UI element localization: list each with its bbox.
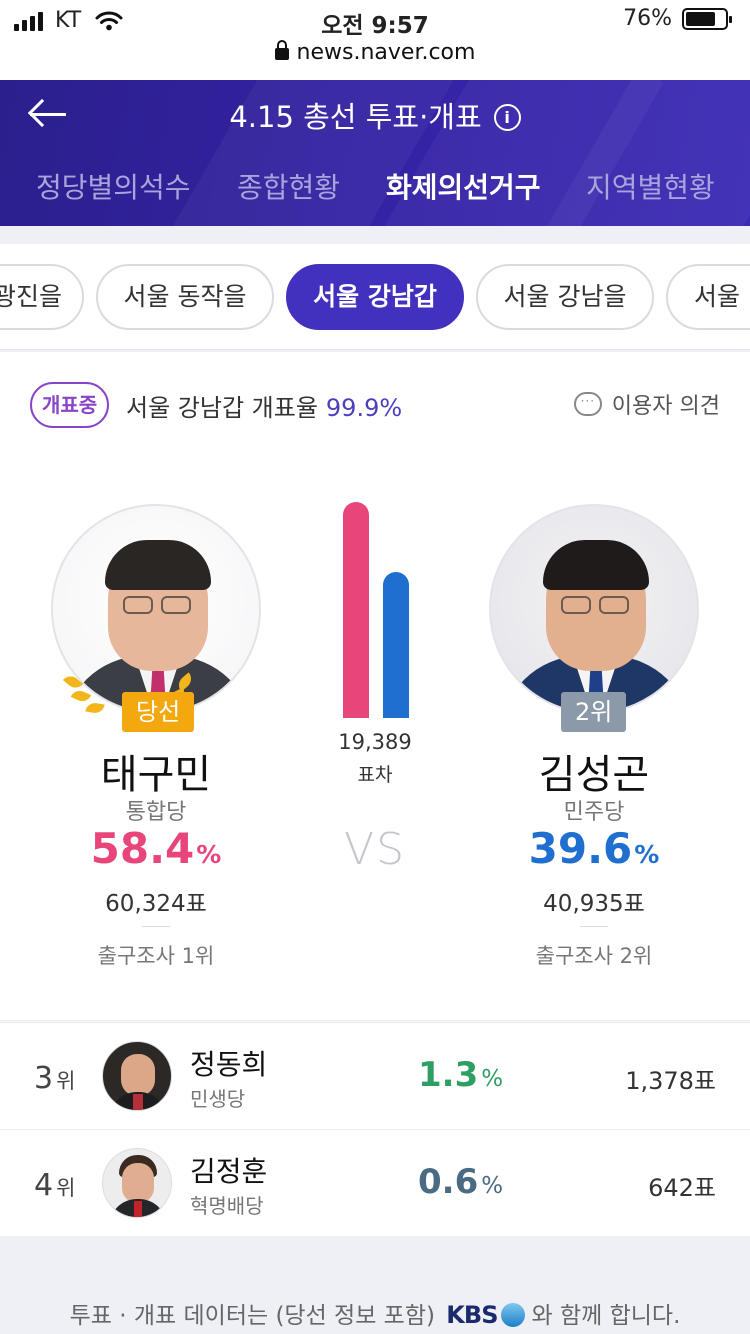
vote-comparison-bars bbox=[330, 492, 420, 718]
other-candidates-list: 3위 정동희 민생당 1.3% 1,378표 4위 김정훈 혁명배당 0.6% … bbox=[0, 1022, 750, 1236]
rank-number: 4위 bbox=[34, 1168, 76, 1203]
vote-margin-label: 표차 bbox=[357, 764, 393, 786]
candidate-party: 민생당 bbox=[190, 1087, 246, 1111]
exit-poll-rank: 출구조사 1위 bbox=[97, 944, 215, 968]
runner-up-vote-bar bbox=[383, 571, 409, 718]
vote-percent: 58.4% bbox=[90, 824, 222, 873]
versus-label: VS bbox=[343, 824, 407, 875]
rank-tag: 2위 bbox=[561, 692, 627, 732]
vote-margin: 19,389 bbox=[338, 730, 412, 754]
url-bar[interactable]: news.naver.com bbox=[0, 40, 750, 65]
status-right: 76% bbox=[623, 6, 732, 31]
lock-icon bbox=[274, 40, 289, 60]
candidate-party: 민주당 bbox=[563, 800, 625, 825]
district-chip-selected[interactable]: 서울 강남갑 bbox=[286, 264, 464, 330]
tab-party-seats[interactable]: 정당별의석수 bbox=[36, 166, 191, 206]
winner-vote-bar bbox=[343, 502, 369, 718]
tab-hot-districts[interactable]: 화제의선거구 bbox=[386, 166, 541, 206]
election-header: 4.15 총선 투표·개표 i 정당별의석수 종합현황 화제의선거구 지역별현황 bbox=[0, 80, 750, 226]
count-rate: 99.9% bbox=[325, 394, 403, 422]
vote-count: 40,935표 bbox=[543, 891, 645, 917]
candidate-avatar bbox=[102, 1148, 172, 1218]
status-bar: KT 오전 9:57 76% news.naver.com bbox=[0, 0, 750, 80]
kbs-globe-icon bbox=[501, 1303, 526, 1327]
divider bbox=[142, 926, 170, 927]
divider bbox=[580, 926, 608, 927]
candidate-party: 혁명배당 bbox=[190, 1194, 264, 1218]
candidate-name: 정동희 bbox=[190, 1048, 268, 1081]
vote-count: 642표 bbox=[648, 1174, 716, 1202]
vote-percent: 39.6% bbox=[528, 824, 660, 873]
user-opinion-link[interactable]: ··· 이용자 의견 bbox=[573, 388, 720, 420]
tab-overall-status[interactable]: 종합현황 bbox=[237, 166, 340, 206]
url-text: news.naver.com bbox=[296, 40, 476, 65]
candidate-name: 태구민 bbox=[100, 752, 212, 798]
vote-percent: 0.6% bbox=[418, 1162, 504, 1202]
vote-count: 60,324표 bbox=[105, 891, 207, 917]
candidate-avatar bbox=[102, 1041, 172, 1111]
count-rate-line: 서울 강남갑 개표율 99.9% bbox=[126, 394, 403, 422]
candidate-row[interactable]: 4위 김정훈 혁명배당 0.6% 642표 bbox=[0, 1129, 750, 1236]
district-chip[interactable]: 서울 강남을 bbox=[476, 264, 654, 330]
counting-status-badge: 개표중 bbox=[30, 382, 110, 428]
info-icon[interactable]: i bbox=[493, 104, 521, 131]
candidate-name: 김정훈 bbox=[190, 1155, 268, 1188]
page-title: 4.15 총선 투표·개표 i bbox=[0, 94, 750, 136]
data-source-footer: 투표 · 개표 데이터는 (당선 정보 포함) KBS 와 함께 합니다. bbox=[69, 1301, 681, 1329]
battery-percent: 76% bbox=[623, 6, 672, 31]
candidate-row[interactable]: 3위 정동희 민생당 1.3% 1,378표 bbox=[0, 1022, 750, 1129]
district-selector: 광진을 서울 동작을 서울 강남갑 서울 강남을 서울 bbox=[0, 244, 750, 350]
district-chip[interactable]: 광진을 bbox=[0, 264, 84, 330]
result-card: 개표중 서울 강남갑 개표율 99.9% ··· 이용자 의견 당선 2위 태구민 … bbox=[0, 352, 750, 1020]
vote-count: 1,378표 bbox=[625, 1067, 716, 1095]
district-chip[interactable]: 서울 동작을 bbox=[96, 264, 274, 330]
runner-up-photo bbox=[489, 504, 699, 714]
rank-number: 3위 bbox=[34, 1061, 76, 1096]
district-chip[interactable]: 서울 bbox=[666, 264, 750, 330]
candidate-party: 통합당 bbox=[125, 800, 187, 825]
candidate-name: 김성곤 bbox=[538, 752, 650, 798]
exit-poll-rank: 출구조사 2위 bbox=[535, 944, 653, 968]
speech-bubble-icon: ··· bbox=[573, 392, 602, 416]
vote-percent: 1.3% bbox=[418, 1055, 504, 1095]
tab-regional-status[interactable]: 지역별현황 bbox=[586, 166, 715, 206]
elected-tag: 당선 bbox=[122, 692, 195, 732]
battery-icon bbox=[682, 7, 732, 30]
kbs-logo: KBS bbox=[446, 1301, 498, 1329]
